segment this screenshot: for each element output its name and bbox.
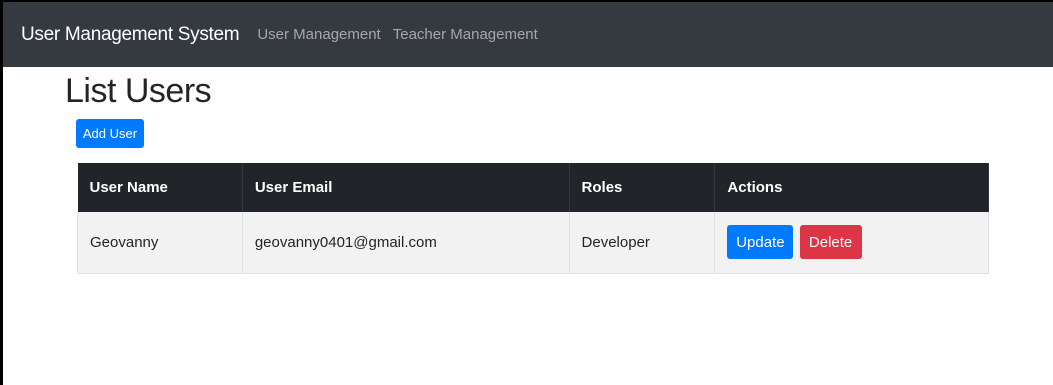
nav-link-teacher-management[interactable]: Teacher Management [393,26,538,43]
cell-user-email: geovanny0401@gmail.com [242,212,570,274]
cell-roles: Developer [569,212,716,274]
navbar: User Management System User Management T… [3,2,1053,67]
cell-user-name: Geovanny [77,212,243,274]
table-header: User Name User Email Roles Actions [77,163,989,212]
cell-actions: Update Delete [714,212,989,274]
users-table: User Name User Email Roles Actions Geova… [77,163,989,274]
column-header-actions: Actions [714,163,989,212]
table-header-row: User Name User Email Roles Actions [77,163,989,212]
nav-link-user-management[interactable]: User Management [257,26,380,43]
update-button[interactable]: Update [727,225,794,260]
page-title: List Users [65,72,212,110]
delete-button[interactable]: Delete [799,225,862,260]
app-window: User Management System User Management T… [0,0,1053,385]
column-header-user-name: User Name [77,163,243,212]
table-body: Geovanny geovanny0401@gmail.com Develope… [77,212,989,274]
add-user-button[interactable]: Add User [76,119,144,148]
column-header-roles: Roles [569,163,716,212]
table-row: Geovanny geovanny0401@gmail.com Develope… [77,212,989,274]
column-header-user-email: User Email [242,163,570,212]
navbar-brand[interactable]: User Management System [21,24,240,46]
